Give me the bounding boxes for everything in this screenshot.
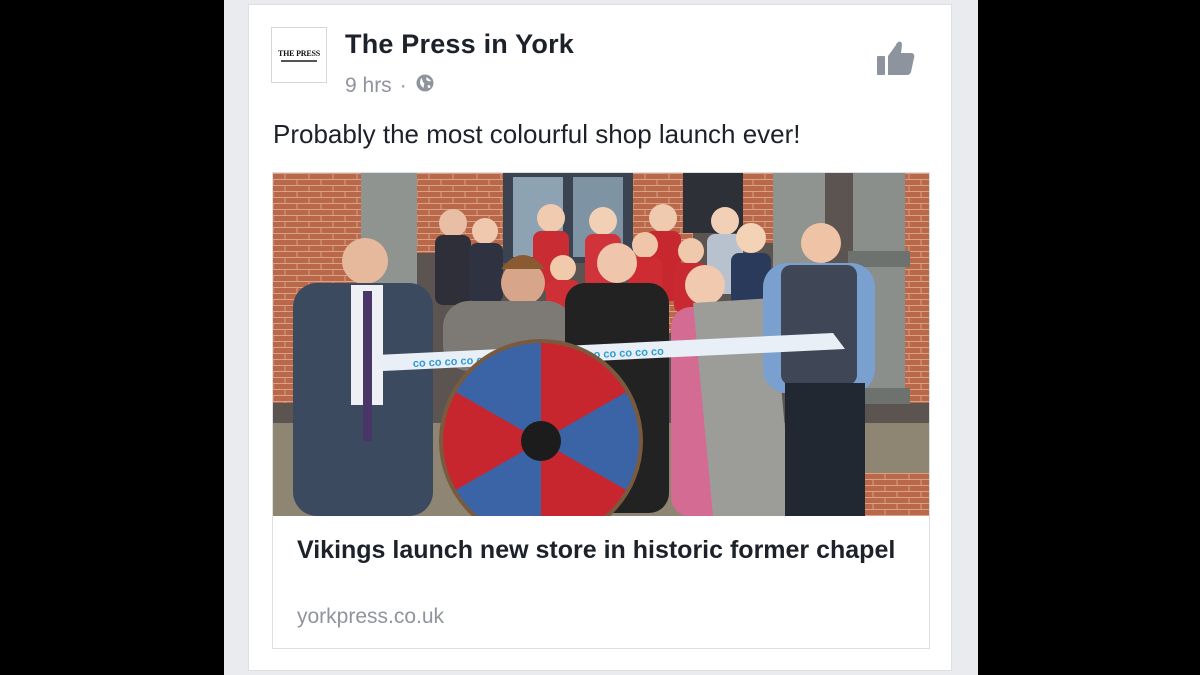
post-text: Probably the most colourful shop launch … — [273, 119, 801, 149]
post-card: THE PRESS The Press in York 9 hrs · Prob… — [248, 4, 952, 671]
link-preview-image[interactable]: co co co co co co co co co co co co co c… — [273, 173, 929, 516]
page-avatar[interactable]: THE PRESS — [271, 27, 327, 83]
link-preview-card[interactable]: co co co co co co co co co co co co co c… — [272, 172, 930, 649]
thumbs-up-icon[interactable] — [875, 37, 917, 79]
globe-icon — [415, 73, 435, 99]
link-title[interactable]: Vikings launch new store in historic for… — [297, 533, 907, 568]
page-name-link[interactable]: The Press in York — [345, 29, 574, 60]
post-timestamp[interactable]: 9 hrs — [345, 74, 392, 98]
link-domain: yorkpress.co.uk — [297, 605, 445, 628]
meta-separator: · — [399, 74, 407, 97]
avatar-logo-text: THE PRESS — [278, 48, 320, 58]
avatar-logo-underline — [281, 59, 317, 62]
post-meta: 9 hrs · — [345, 73, 435, 99]
phone-screen: THE PRESS The Press in York 9 hrs · Prob… — [224, 0, 978, 675]
